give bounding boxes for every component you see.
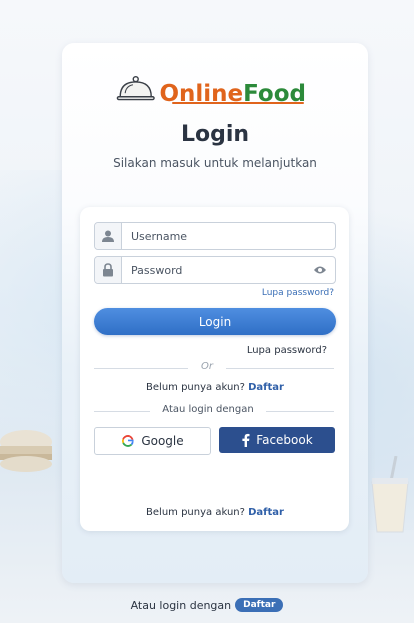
user-icon [102, 230, 114, 242]
facebook-icon [242, 433, 250, 447]
eye-icon [314, 266, 326, 274]
register-prompt-bottom: Belum punya akun? Daftar [146, 507, 284, 518]
password-field[interactable]: Password [94, 256, 336, 284]
brand-underline [172, 102, 304, 104]
divider-social-left [94, 411, 150, 412]
google-icon [122, 434, 134, 447]
google-label: Google [141, 434, 184, 448]
page-subtitle: Silakan masuk untuk melanjutkan [113, 156, 317, 170]
facebook-login-button[interactable]: Facebook [219, 427, 335, 453]
lock-icon-box [95, 257, 122, 283]
facebook-label: Facebook [256, 433, 313, 447]
page-title: Login [180, 122, 250, 147]
drink-cup-decoration-icon [371, 456, 409, 533]
divider-left [94, 368, 188, 369]
social-login-label: Atau login dengan [162, 404, 254, 415]
footer-text: Atau login dengan [130, 598, 232, 612]
divider-social-right [266, 411, 334, 412]
footer-register-pill[interactable]: Daftar [235, 598, 284, 612]
show-password-toggle[interactable] [313, 265, 327, 275]
username-field[interactable]: Username [94, 222, 336, 250]
password-input[interactable]: Password [122, 264, 313, 277]
or-separator: Or [201, 361, 213, 372]
cloche-icon [116, 75, 155, 101]
divider-right [226, 368, 334, 369]
lock-icon [103, 263, 113, 277]
username-input[interactable]: Username [122, 230, 335, 243]
register-link[interactable]: Daftar [248, 382, 284, 393]
google-login-button[interactable]: Google [94, 427, 211, 455]
register-prompt: Belum punya akun? Daftar [146, 382, 284, 393]
register-link-bottom[interactable]: Daftar [248, 507, 284, 518]
forgot-password-link-small[interactable]: Lupa password? [200, 288, 334, 298]
forgot-password-link[interactable]: Lupa password? [200, 345, 327, 356]
login-button[interactable]: Login [94, 308, 336, 335]
burger-decoration-icon [0, 430, 52, 472]
footer-bar: Atau login dengan Daftar [0, 598, 414, 612]
user-icon-box [95, 223, 122, 249]
